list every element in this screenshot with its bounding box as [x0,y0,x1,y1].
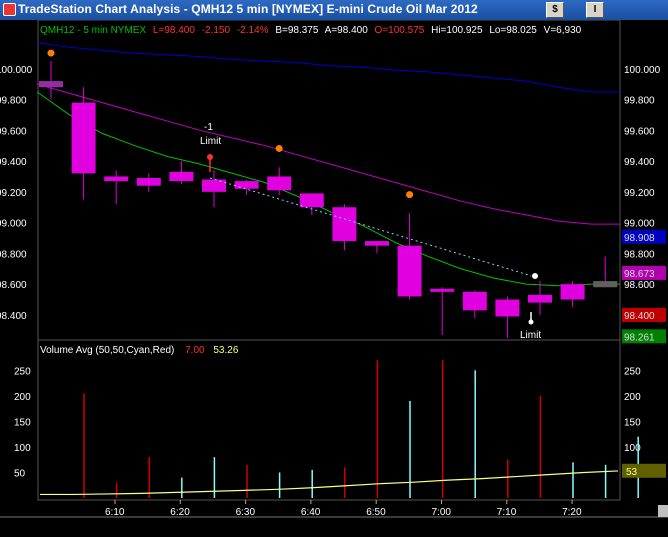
volume-tick-right: 200 [624,392,641,403]
price-tick-left: 98.400 [0,311,27,322]
price-tick-left: 98.800 [0,249,27,260]
bid-price: B=98.375 [275,25,319,36]
time-tick-label: 7:20 [562,507,582,518]
ma-fast-line [36,91,620,287]
time-tick-label: 6:20 [170,507,190,518]
app-icon [3,3,16,16]
candle-body[interactable] [169,171,194,182]
candle-body[interactable] [104,176,129,182]
order-trendline [209,177,536,278]
price-badge-label: 98.261 [624,332,655,343]
price-tick-right: 99.400 [624,157,655,168]
candle-body[interactable] [528,294,552,303]
volume-indicator-label: Volume Avg (50,50,Cyan,Red) [40,345,174,356]
volume-value: V=6,930 [544,25,582,36]
volume-value-2: 53.26 [213,345,238,356]
time-tick-label: 6:40 [301,507,321,518]
candle-body[interactable] [495,299,520,317]
candle-body[interactable] [560,284,585,300]
candle-body[interactable] [397,245,422,297]
pct-change: -2.14% [237,25,269,36]
order-marker-icon[interactable] [406,191,414,199]
order-marker-icon[interactable] [275,144,283,152]
time-tick-label: 6:10 [105,507,125,518]
time-tick-label: 7:00 [432,507,452,518]
dollar-button[interactable]: $ [546,2,564,18]
price-tick-right: 99.600 [624,126,655,137]
candle-body[interactable] [39,81,63,88]
time-tick-label: 7:10 [497,507,517,518]
high-price: Hi=100.925 [431,25,483,36]
open-price: O=100.575 [375,25,425,36]
candle-body[interactable] [267,176,292,191]
price-tick-left: 99.000 [0,219,27,230]
volume-tick-right: 250 [624,366,641,377]
sell-limit-label: Limit [200,136,221,147]
volume-badge-label: 53 [626,467,638,478]
candle-body[interactable] [299,193,324,208]
symbol-label: QMH12 - 5 min NYMEX [40,25,146,36]
low-price: Lo=98.025 [489,25,537,36]
candle-body[interactable] [202,179,226,192]
price-badge-label: 98.673 [624,269,655,280]
net-change: -2.150 [202,25,231,36]
volume-tick-left: 100 [14,443,31,454]
price-tick-left: 99.800 [0,96,27,107]
volume-tick-right: 150 [624,417,641,428]
price-tick-left: 98.600 [0,280,27,291]
price-header: QMH12 - 5 min NYMEX L=98.400 -2.150 -2.1… [40,25,582,36]
buy-limit-label: Limit [520,330,541,341]
scroll-handle[interactable] [658,505,668,517]
price-tick-left: 99.400 [0,157,27,168]
volume-header: Volume Avg (50,50,Cyan,Red) 7.00 53.26 [40,345,239,356]
candle-body[interactable] [234,181,259,189]
volume-tick-left: 150 [14,417,31,428]
last-price: L=98.400 [153,25,195,36]
price-tick-right: 98.800 [624,249,655,260]
info-button[interactable]: I [586,2,604,18]
chart-area[interactable]: QMH12 - 5 min NYMEX L=98.400 -2.150 -2.1… [0,20,668,537]
candle-body[interactable] [430,288,455,292]
volume-tick-left: 250 [14,366,31,377]
candle-body[interactable] [71,102,96,174]
ask-price: A=98.400 [325,25,369,36]
candle-body[interactable] [332,207,357,242]
volume-tick-left: 50 [14,468,26,479]
price-tick-right: 98.600 [624,280,655,291]
time-tick-label: 6:30 [236,507,256,518]
candle-body[interactable] [462,291,487,311]
price-badge-label: 98.400 [624,311,655,322]
candle-body[interactable] [365,241,389,246]
window-title: TradeStation Chart Analysis - QMH12 5 mi… [18,2,478,16]
time-tick-label: 6:50 [366,507,386,518]
price-badge-label: 98.908 [624,233,655,244]
ma-mid-line [36,83,620,225]
sell-limit-qty: -1 [204,122,213,133]
candle-body[interactable] [593,281,618,288]
price-tick-right: 100.000 [624,65,661,76]
candle-body[interactable] [136,178,161,186]
order-marker-icon[interactable] [47,49,55,57]
title-bar: TradeStation Chart Analysis - QMH12 5 mi… [0,0,668,20]
price-tick-right: 99.800 [624,96,655,107]
price-tick-left: 99.200 [0,188,27,199]
buy-fill-icon[interactable] [531,272,539,280]
volume-tick-left: 200 [14,392,31,403]
ma-slow-line [36,42,620,93]
volume-value-1: 7.00 [185,345,205,356]
volume-avg-line [40,470,619,496]
price-tick-left: 99.600 [0,126,27,137]
price-tick-left: 100.000 [0,65,33,76]
price-tick-right: 99.200 [624,188,655,199]
price-tick-right: 99.000 [624,219,655,230]
